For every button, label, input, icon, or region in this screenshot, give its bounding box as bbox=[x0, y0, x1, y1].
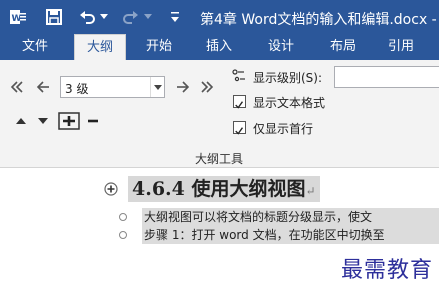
paragraph-text: 大纲视图可以将文档的标题分级显示，使文 bbox=[142, 208, 439, 226]
paragraph-mark-icon: ↵ bbox=[305, 184, 316, 198]
demote-icon[interactable] bbox=[176, 80, 190, 94]
outline-heading-text: 4.6.4 使用大纲视图 bbox=[132, 178, 306, 200]
body-text-bullet-icon bbox=[119, 213, 127, 221]
body-text-bullet-icon bbox=[119, 231, 127, 239]
show-text-format-checkbox[interactable] bbox=[233, 95, 246, 109]
tab-design[interactable]: 设计 bbox=[258, 34, 304, 60]
redo-icon[interactable] bbox=[122, 8, 140, 26]
outline-level-value: 3 级 bbox=[65, 82, 89, 96]
tab-home[interactable]: 开始 bbox=[136, 34, 182, 60]
demote-to-body-text-icon[interactable] bbox=[200, 80, 214, 94]
outline-paragraph[interactable]: 大纲视图可以将文档的标题分级显示，使文 bbox=[0, 208, 439, 226]
document-area[interactable]: 4.6.4 使用大纲视图↵ 大纲视图可以将文档的标题分级显示，使文 步骤 1：打… bbox=[0, 168, 439, 298]
show-first-line-only-label: 仅显示首行 bbox=[253, 122, 314, 136]
move-down-icon[interactable] bbox=[36, 114, 50, 128]
tab-layout[interactable]: 布局 bbox=[320, 34, 366, 60]
checkmark-icon bbox=[235, 127, 244, 135]
checkmark-icon bbox=[235, 101, 244, 109]
expand-icon[interactable] bbox=[58, 112, 80, 130]
show-level-icon bbox=[232, 69, 245, 82]
ribbon-tab-row: 文件 大纲 开始 插入 设计 布局 引用 bbox=[0, 34, 439, 60]
move-up-icon[interactable] bbox=[14, 114, 28, 128]
promote-icon[interactable] bbox=[36, 80, 50, 94]
promote-to-heading1-icon[interactable] bbox=[10, 80, 24, 94]
show-level-label: 显示级别(S): bbox=[253, 71, 323, 85]
save-icon[interactable] bbox=[45, 8, 63, 26]
outline-ribbon: 3 级 显示级别(S): 显示文本格式 仅显示首行 大纲工具 bbox=[0, 60, 439, 168]
title-bar: W 第4章 Word文档的输入和编辑.docx - bbox=[0, 0, 439, 34]
outline-level-dropdown[interactable] bbox=[150, 77, 164, 97]
tab-file[interactable]: 文件 bbox=[12, 34, 58, 60]
customize-quick-access-icon[interactable] bbox=[170, 10, 180, 24]
collapse-icon[interactable] bbox=[86, 114, 100, 128]
tab-outline[interactable]: 大纲 bbox=[74, 34, 126, 60]
outline-heading-row: 4.6.4 使用大纲视图↵ bbox=[0, 176, 439, 202]
outline-heading[interactable]: 4.6.4 使用大纲视图↵ bbox=[128, 176, 320, 202]
outline-tools-group-label: 大纲工具 bbox=[195, 152, 244, 166]
tab-references[interactable]: 引用 bbox=[378, 34, 424, 60]
outline-level-select[interactable]: 3 级 bbox=[60, 76, 165, 98]
document-title: 第4章 Word文档的输入和编辑.docx - bbox=[200, 12, 437, 28]
expand-heading-icon[interactable] bbox=[104, 182, 118, 196]
show-text-format-label: 显示文本格式 bbox=[253, 96, 326, 110]
undo-icon[interactable] bbox=[78, 8, 96, 26]
show-first-line-only-checkbox[interactable] bbox=[233, 121, 246, 135]
paragraph-text: 步骤 1：打开 word 文档，在功能区中切换至 bbox=[142, 226, 439, 244]
redo-dropdown-icon[interactable] bbox=[144, 14, 152, 20]
chevron-down-icon bbox=[154, 85, 162, 90]
outline-paragraph[interactable]: 步骤 1：打开 word 文档，在功能区中切换至 bbox=[0, 226, 439, 244]
watermark: 最需教育 bbox=[340, 258, 433, 283]
undo-dropdown-icon[interactable] bbox=[100, 14, 108, 20]
word-app-icon: W bbox=[10, 10, 26, 24]
show-level-select[interactable] bbox=[334, 66, 439, 88]
tab-insert[interactable]: 插入 bbox=[196, 34, 242, 60]
